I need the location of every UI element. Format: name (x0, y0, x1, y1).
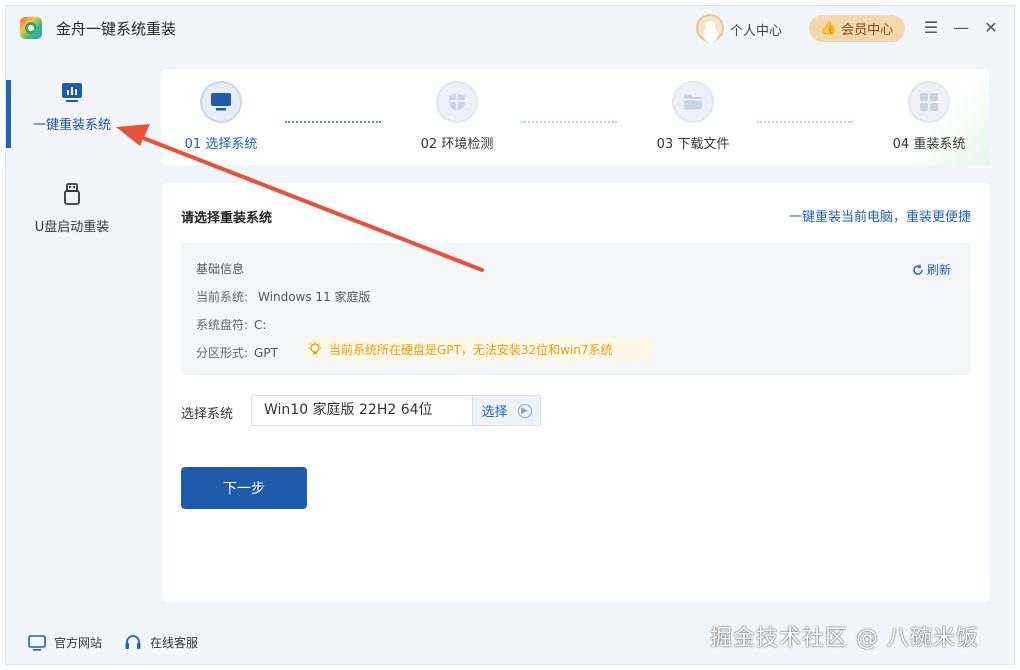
sidebar-item-usb-reinstall[interactable]: U盘启动重装 (6, 182, 138, 262)
monitor-icon (211, 93, 231, 111)
quick-reinstall-link[interactable]: 一键重装当前电脑，重装更便捷 (789, 206, 971, 225)
refresh-label: 刷新 (926, 263, 951, 277)
current-system-row: 当前系统: Windows 11 家庭版 (196, 288, 371, 305)
page-title: 请选择重装系统 (181, 211, 273, 226)
sidebar-item-label: 一键重装系统 (32, 118, 111, 133)
title-bar: 金舟一键系统重装 个人中心 👍 会员中心 ☰ — ✕ (6, 6, 1014, 50)
basic-info-heading: 基础信息 (196, 262, 245, 276)
gpt-warning: 当前系统所在硬盘是GPT，无法安装32位和win7系统 (303, 337, 651, 361)
watermark: 掘金技术社区 @ 八碗米饭 (710, 626, 979, 651)
app-window: 金舟一键系统重装 个人中心 👍 会员中心 ☰ — ✕ 一键重装系统 U盘启动重装… (5, 5, 1015, 665)
system-selector[interactable]: Win10 家庭版 22H2 64位 选择 ▶ (251, 395, 541, 426)
step-connector (757, 121, 853, 123)
official-website-link[interactable]: 官方网站 (28, 634, 102, 651)
refresh-button[interactable]: 刷新 (912, 261, 951, 278)
basic-info-panel: 基础信息 刷新 当前系统: Windows 11 家庭版 系统盘符: C: 分区形式… (181, 243, 971, 375)
step-select-system: 01 选择系统 (161, 81, 281, 152)
close-icon[interactable]: ✕ (982, 18, 1000, 37)
monitor-chart-icon (62, 83, 82, 102)
headset-icon (125, 634, 141, 649)
chevron-right-icon: ▶ (517, 403, 532, 418)
partition-value: GPT (254, 346, 278, 360)
step-connector (285, 121, 381, 123)
step-reinstall-system: 04 重装系统 (869, 81, 989, 152)
choose-system-button[interactable]: 选择 ▶ (472, 396, 540, 425)
step-label: 02 环境检测 (420, 137, 494, 152)
gpt-warning-text: 当前系统所在硬盘是GPT，无法安装32位和win7系统 (329, 342, 613, 357)
next-step-button[interactable]: 下一步 (181, 467, 307, 509)
personal-center-link[interactable]: 个人中心 (730, 20, 782, 39)
partition-label: 分区形式: (196, 346, 249, 360)
folder-icon (684, 94, 702, 110)
main-card: 请选择重装系统 一键重装当前电脑，重装更便捷 基础信息 刷新 当前系统: Wind… (163, 183, 989, 602)
shield-icon (449, 93, 465, 111)
choose-system-label: 选择 (481, 405, 508, 420)
online-support-link[interactable]: 在线客服 (124, 634, 198, 651)
sidebar: 一键重装系统 U盘启动重装 (6, 50, 138, 666)
online-support-label: 在线客服 (150, 636, 199, 650)
thumbs-up-icon: 👍 (820, 21, 838, 36)
website-monitor-icon (28, 634, 46, 651)
usb-drive-icon (64, 183, 80, 205)
avatar[interactable] (696, 14, 724, 42)
system-drive-value: C: (254, 318, 267, 332)
sidebar-item-one-click-reinstall[interactable]: 一键重装系统 (6, 80, 138, 160)
system-drive-row: 系统盘符: C: (196, 316, 266, 333)
official-website-label: 官方网站 (54, 636, 103, 650)
current-system-value: Windows 11 家庭版 (258, 290, 371, 304)
step-label: 04 重装系统 (892, 137, 966, 152)
app-title: 金舟一键系统重装 (56, 20, 177, 38)
vip-center-button[interactable]: 👍 会员中心 (809, 15, 905, 42)
lightbulb-icon (308, 341, 322, 355)
step-connector (521, 121, 617, 123)
partition-row: 分区形式: GPT (196, 344, 278, 361)
step-label: 01 选择系统 (184, 137, 258, 152)
select-system-label: 选择系统 (181, 407, 234, 422)
step-download-files: 03 下载文件 (633, 81, 753, 152)
menu-icon[interactable]: ☰ (922, 18, 940, 37)
system-drive-label: 系统盘符: (196, 318, 249, 332)
step-environment-check: 02 环境检测 (397, 81, 517, 152)
steps-panel: 01 选择系统 02 环境检测 03 下载文件 04 重装系统 (161, 69, 989, 165)
app-logo-icon (20, 17, 42, 39)
current-system-label: 当前系统: (196, 290, 249, 304)
refresh-icon (913, 264, 923, 275)
windows-grid-icon (920, 93, 938, 111)
vip-center-label: 会员中心 (841, 23, 894, 38)
minimize-icon[interactable]: — (952, 18, 970, 37)
selected-system-value[interactable]: Win10 家庭版 22H2 64位 (252, 396, 472, 425)
step-label: 03 下载文件 (656, 137, 730, 152)
sidebar-item-label: U盘启动重装 (34, 220, 110, 235)
